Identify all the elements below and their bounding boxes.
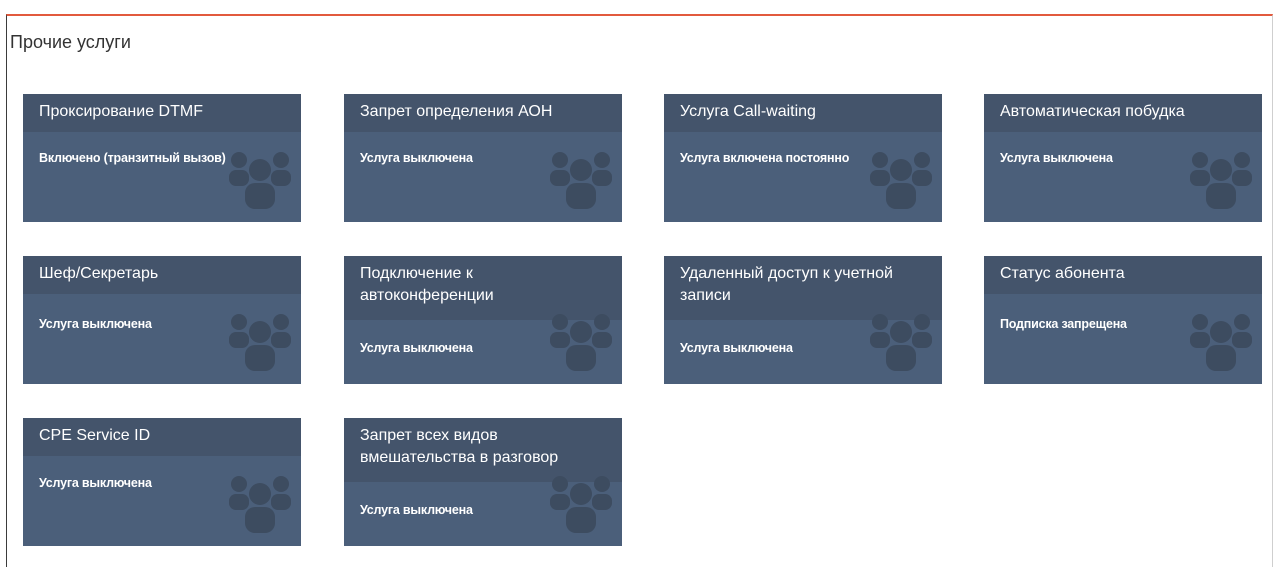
users-icon <box>229 152 291 209</box>
page: Прочие услуги Проксирование DTMF Включен… <box>0 0 1273 567</box>
service-tile-status: Подписка запрещена <box>1000 317 1127 331</box>
service-tile-title: Проксирование DTMF <box>23 94 301 132</box>
service-tile-status: Услуга выключена <box>360 503 473 517</box>
service-tile-dtmf-proxy[interactable]: Проксирование DTMF Включено (транзитный … <box>23 94 301 222</box>
service-tile-remote-account-access[interactable]: Удаленный доступ к учетной записи Услуга… <box>664 256 942 384</box>
service-tile-no-intrusion[interactable]: Запрет всех видов вмешательства в разгов… <box>344 418 622 546</box>
service-tile-status: Услуга выключена <box>680 341 793 355</box>
service-tile-title: Запрет определения АОН <box>344 94 622 132</box>
service-tile-caller-id-block[interactable]: Запрет определения АОН Услуга выключена <box>344 94 622 222</box>
service-tile-status: Услуга выключена <box>1000 151 1113 165</box>
service-tile-wake-up[interactable]: Автоматическая побудка Услуга выключена <box>984 94 1262 222</box>
panel-title: Прочие услуги <box>10 32 131 52</box>
users-icon <box>870 152 932 209</box>
service-tile-title: CPE Service ID <box>23 418 301 456</box>
users-icon <box>1190 314 1252 371</box>
users-icon <box>229 314 291 371</box>
service-tile-status: Услуга выключена <box>39 317 152 331</box>
service-tile-status: Услуга выключена <box>39 476 152 490</box>
service-tile-call-waiting[interactable]: Услуга Call-waiting Услуга включена пост… <box>664 94 942 222</box>
users-icon <box>550 476 612 533</box>
service-tile-status: Услуга выключена <box>360 341 473 355</box>
service-tile-subscriber-status[interactable]: Статус абонента Подписка запрещена <box>984 256 1262 384</box>
service-tile-boss-secretary[interactable]: Шеф/Секретарь Услуга выключена <box>23 256 301 384</box>
service-tile-status: Услуга включена постоянно <box>680 151 850 165</box>
service-tile-title: Автоматическая побудка <box>984 94 1262 132</box>
users-icon <box>229 476 291 533</box>
service-tile-title: Услуга Call-waiting <box>664 94 942 132</box>
users-icon <box>1190 152 1252 209</box>
service-tile-cpe-service-id[interactable]: CPE Service ID Услуга выключена <box>23 418 301 546</box>
service-tile-status: Включено (транзитный вызов) <box>39 151 226 165</box>
users-icon <box>550 152 612 209</box>
top-bar <box>0 0 1273 14</box>
users-icon <box>870 314 932 371</box>
service-tile-status: Услуга выключена <box>360 151 473 165</box>
service-tile-auto-conference[interactable]: Подключение к автоконференции Услуга вык… <box>344 256 622 384</box>
service-tile-title: Шеф/Секретарь <box>23 256 301 294</box>
users-icon <box>550 314 612 371</box>
service-tile-title: Статус абонента <box>984 256 1262 294</box>
